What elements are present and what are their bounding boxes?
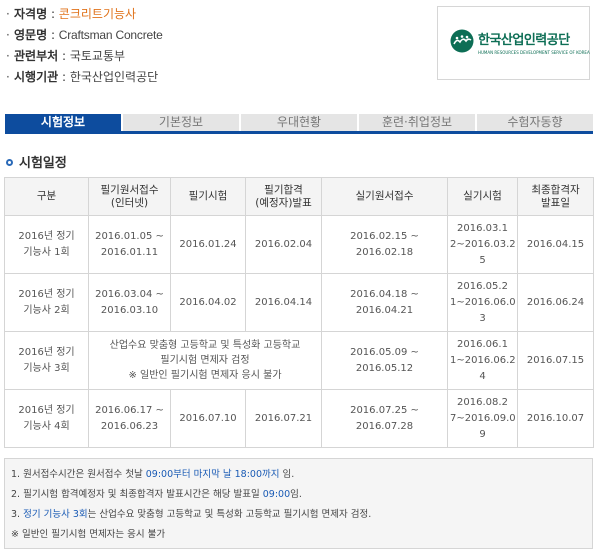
practical-exam-cell: 2016.08.2 7~2016.09.0 9 [447,389,518,448]
tab-bar: 시험정보 기본정보 우대현황 훈련·취업정보 수험자동향 [5,114,593,134]
logo-subtitle: HUMAN RESOURCES DEVELOPMENT SERVICE OF K… [478,50,590,55]
final-result-cell: 2016.07.15 [517,331,594,390]
qualification-info: · 자격명 : 콘크리트기능사 · 영문명 : Craftsman Concrete… [6,4,406,88]
info-label: 자격명 [14,7,48,21]
written-exam-cell: 2016.04.02 [170,273,246,332]
tab-training-jobs[interactable]: 훈련·취업정보 [359,114,475,131]
round-cell: 2016년 정기 기능사 3회 [4,331,89,390]
note-text: 2. 필기시험 합격예정자 및 최종합격자 발표시간은 해당 발표일 [11,489,263,500]
note-text: 3. [11,509,24,520]
info-row-name: · 자격명 : 콘크리트기능사 [6,4,406,25]
note-text: 임. [290,489,302,500]
tab-exam-info[interactable]: 시험정보 [5,114,121,131]
written-result-cell: 2016.04.14 [245,273,322,332]
column-header: 실기원서접수 [321,177,448,216]
table-header-row: 구분 필기원서접수 (인터넷) 필기시험 필기합격 (예정자)발표 실기원서접수… [4,177,594,216]
note-highlight: 09:00 [262,489,291,500]
written-apply-cell: 2016.01.05 ~ 2016.01.11 [88,215,171,274]
practical-exam-cell: 2016.05.2 1~2016.06.0 3 [447,273,518,332]
written-result-cell: 2016.02.04 [245,215,322,274]
tab-examinee-trends[interactable]: 수험자동향 [477,114,593,131]
note-line-1: 1. 원서접수시간은 원서접수 첫날 09:00부터 마지막 날 18:00까지… [11,465,586,485]
info-label: 관련부처 [14,49,59,63]
ministry-name: 국토교통부 [69,49,126,63]
info-row-ministry: · 관련부처 : 국토교통부 [6,46,406,67]
column-header: 최종합격자 발표일 [517,177,594,216]
written-result-cell: 2016.07.21 [245,389,322,448]
written-apply-cell: 2016.06.17 ~ 2016.06.23 [88,389,171,448]
agency-name: 한국산업인력공단 [69,70,159,84]
hrdk-emblem-icon [450,29,474,53]
practical-exam-cell: 2016.06.1 1~2016.06.2 4 [447,331,518,390]
round-cell: 2016년 정기 기능사 1회 [4,215,89,274]
note-line-3: 3. 정기 기능사 3회는 산업수요 맞춤형 고등학교 및 특성화 고등학교 필… [11,505,586,525]
practical-apply-cell: 2016.07.25 ~ 2016.07.28 [321,389,448,448]
tab-preference[interactable]: 우대현황 [241,114,357,131]
info-row-agency: · 시행기관 : 한국산업인력공단 [6,67,406,88]
round-cell: 2016년 정기 기능사 4회 [4,389,89,448]
column-header: 실기시험 [447,177,518,216]
practical-apply-cell: 2016.05.09 ~ 2016.05.12 [321,331,448,390]
practical-apply-cell: 2016.04.18 ~ 2016.04.21 [321,273,448,332]
column-header: 구분 [4,177,89,216]
round-cell: 2016년 정기 기능사 2회 [4,273,89,332]
hrdk-logo: 한국산업인력공단 HUMAN RESOURCES DEVELOPMENT SER… [437,6,590,80]
final-result-cell: 2016.10.07 [517,389,594,448]
section-title-text: 시험일정 [19,156,67,171]
table-row: 2016년 정기 기능사 3회 산업수요 맞춤형 고등학교 및 특성화 고등학교… [4,331,594,390]
info-row-english-name: · 영문명 : Craftsman Concrete [6,25,406,46]
column-header: 필기시험 [170,177,246,216]
written-exam-cell: 2016.01.24 [170,215,246,274]
bullet: · [6,28,10,42]
bullet: · [6,7,10,21]
circle-bullet-icon [6,159,13,166]
logo-title: 한국산업인력공단 [478,33,570,48]
exam-schedule-table: 구분 필기원서접수 (인터넷) 필기시험 필기합격 (예정자)발표 실기원서접수… [4,177,594,448]
written-exam-cell: 2016.07.10 [170,389,246,448]
notes-box: 1. 원서접수시간은 원서접수 첫날 09:00부터 마지막 날 18:00까지… [4,458,593,549]
final-result-cell: 2016.04.15 [517,215,594,274]
note-highlight: 09:00부터 마지막 날 18:00까지 [145,469,280,480]
note-text: 는 산업수요 맞춤형 고등학교 및 특성화 고등학교 필기시험 면제자 검정. [87,509,372,520]
info-separator: : [47,28,59,42]
info-separator: : [47,7,59,21]
info-label: 시행기관 [14,70,59,84]
column-header: 필기합격 (예정자)발표 [245,177,322,216]
note-line-2: 2. 필기시험 합격예정자 및 최종합격자 발표시간은 해당 발표일 09:00… [11,485,586,505]
english-name: Craftsman Concrete [58,28,163,42]
exemption-notice-cell: 산업수요 맞춤형 고등학교 및 특성화 고등학교 필기시험 면제자 검정 ※ 일… [88,331,322,390]
note-line-4: ※ 일반인 필기시험 면제자는 응시 불가 [11,525,586,545]
info-separator: : [58,49,70,63]
qualification-name: 콘크리트기능사 [58,7,137,21]
info-label: 영문명 [14,28,48,42]
column-header: 필기원서접수 (인터넷) [88,177,171,216]
note-text: 1. 원서접수시간은 원서접수 첫날 [11,469,146,480]
table-row: 2016년 정기 기능사 1회 2016.01.05 ~ 2016.01.11 … [4,215,594,274]
practical-apply-cell: 2016.02.15 ~ 2016.02.18 [321,215,448,274]
practical-exam-cell: 2016.03.1 2~2016.03.2 5 [447,215,518,274]
note-text: 임. [279,469,295,480]
note-highlight: 정기 기능사 3회 [23,509,88,520]
final-result-cell: 2016.06.24 [517,273,594,332]
bullet: · [6,49,10,63]
note-text: ※ 일반인 필기시험 면제자는 응시 불가 [11,529,166,540]
table-row: 2016년 정기 기능사 2회 2016.03.04 ~ 2016.03.10 … [4,273,594,332]
tab-basic-info[interactable]: 기본정보 [123,114,239,131]
section-title: 시험일정 [6,152,67,171]
table-row: 2016년 정기 기능사 4회 2016.06.17 ~ 2016.06.23 … [4,389,594,448]
info-separator: : [58,70,70,84]
bullet: · [6,70,10,84]
written-apply-cell: 2016.03.04 ~ 2016.03.10 [88,273,171,332]
